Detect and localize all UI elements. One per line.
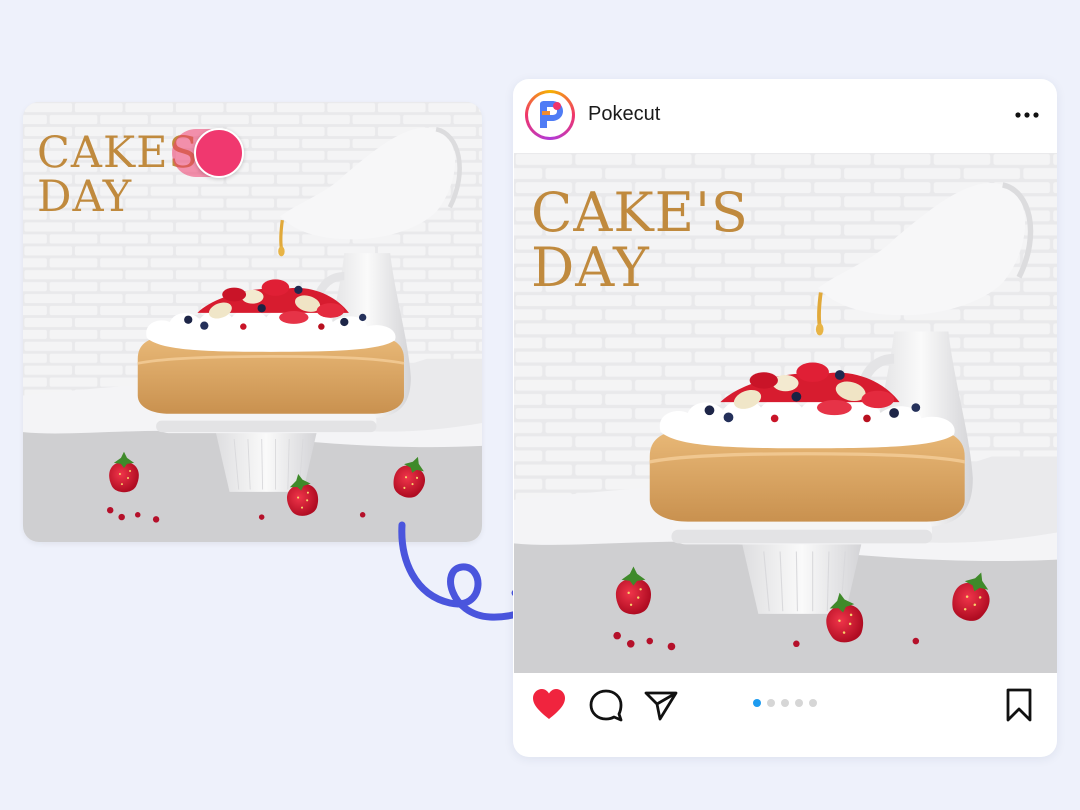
- carousel-dot[interactable]: [753, 699, 761, 707]
- carousel-dot[interactable]: [781, 699, 789, 707]
- post-actions-bar: [513, 673, 1057, 757]
- title-line-2: DAY: [37, 171, 133, 222]
- social-post-card: Pokecut CAKE'S DAY: [513, 79, 1057, 757]
- source-image-card: CAKES DAY: [23, 102, 482, 542]
- title-line-1: CAKE'S: [531, 181, 749, 244]
- carousel-dot[interactable]: [795, 699, 803, 707]
- avatar[interactable]: [525, 90, 575, 140]
- more-horizontal-icon[interactable]: [1013, 105, 1041, 125]
- eraser-brush-cursor[interactable]: [194, 128, 244, 178]
- send-icon[interactable]: [643, 687, 679, 723]
- carousel-indicator[interactable]: [753, 699, 817, 707]
- heart-icon[interactable]: [531, 687, 567, 723]
- post-username[interactable]: Pokecut: [588, 103, 660, 126]
- pokecut-logo-icon: [540, 101, 563, 128]
- post-header: Pokecut: [513, 79, 1057, 153]
- carousel-dot[interactable]: [767, 699, 775, 707]
- carousel-dot[interactable]: [809, 699, 817, 707]
- title-line-2: DAY: [531, 236, 650, 300]
- post-image[interactable]: CAKE'S DAY: [514, 153, 1057, 673]
- post-text-overlay: CAKE'S DAY: [531, 185, 749, 295]
- comment-icon[interactable]: [588, 687, 624, 723]
- bookmark-icon[interactable]: [1001, 687, 1037, 723]
